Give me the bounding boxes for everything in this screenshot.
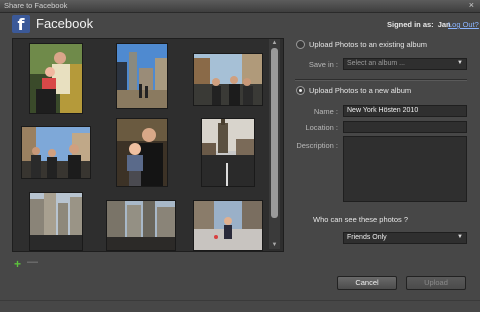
scrollbar-thumb[interactable] xyxy=(271,48,278,218)
chevron-down-icon: ▼ xyxy=(457,60,463,66)
photo-1[interactable] xyxy=(29,43,83,114)
photo-3[interactable] xyxy=(193,53,263,106)
upload-button[interactable]: Upload xyxy=(406,276,466,290)
photo-grid-scrollbar[interactable]: ▲ ▼ xyxy=(269,39,280,249)
scroll-up-arrow-icon[interactable]: ▲ xyxy=(269,39,280,47)
photo-2[interactable] xyxy=(116,43,168,109)
cancel-button[interactable]: Cancel xyxy=(337,276,397,290)
bottom-edge xyxy=(0,300,480,301)
scroll-down-arrow-icon[interactable]: ▼ xyxy=(269,241,280,249)
description-textarea[interactable] xyxy=(343,136,467,202)
album-select[interactable]: Select an album ... ▼ xyxy=(343,58,467,70)
privacy-select-value: Friends Only xyxy=(347,234,387,241)
save-in-label: Save in : xyxy=(308,60,338,69)
logout-link[interactable]: Log Out? xyxy=(448,20,479,29)
existing-album-radio[interactable] xyxy=(296,40,305,49)
privacy-question: Who can see these photos ? xyxy=(313,215,409,224)
photo-7[interactable] xyxy=(29,192,83,251)
photo-6[interactable] xyxy=(201,118,255,187)
privacy-select[interactable]: Friends Only ▼ xyxy=(343,232,467,244)
facebook-logo-icon: f xyxy=(12,15,30,34)
photo-9[interactable] xyxy=(193,200,263,251)
signed-in-label: Signed in as: xyxy=(387,20,434,29)
album-name-input[interactable]: New York Hösten 2010 xyxy=(343,105,467,117)
existing-album-label: Upload Photos to an existing album xyxy=(309,40,427,49)
add-photo-icon[interactable]: + xyxy=(14,258,21,270)
remove-photo-icon[interactable]: — xyxy=(27,257,38,268)
window-titlebar: Share to Facebook × xyxy=(0,0,480,13)
new-album-label: Upload Photos to a new album xyxy=(309,86,412,95)
chevron-down-icon: ▼ xyxy=(457,234,463,240)
location-input[interactable] xyxy=(343,121,467,133)
new-album-radio[interactable] xyxy=(296,86,305,95)
signed-in-status: Signed in as: Jan xyxy=(387,20,451,29)
photo-5[interactable] xyxy=(116,118,168,187)
description-label: Description : xyxy=(296,141,338,150)
album-select-value: Select an album ... xyxy=(347,60,405,67)
photo-4[interactable] xyxy=(21,126,91,179)
name-label: Name : xyxy=(313,107,338,116)
photo-8[interactable] xyxy=(106,200,176,251)
section-divider xyxy=(295,79,467,81)
location-label: Location : xyxy=(305,123,338,132)
window-title: Share to Facebook xyxy=(4,1,68,10)
page-title: Facebook xyxy=(36,16,94,31)
close-icon[interactable]: × xyxy=(469,0,474,10)
